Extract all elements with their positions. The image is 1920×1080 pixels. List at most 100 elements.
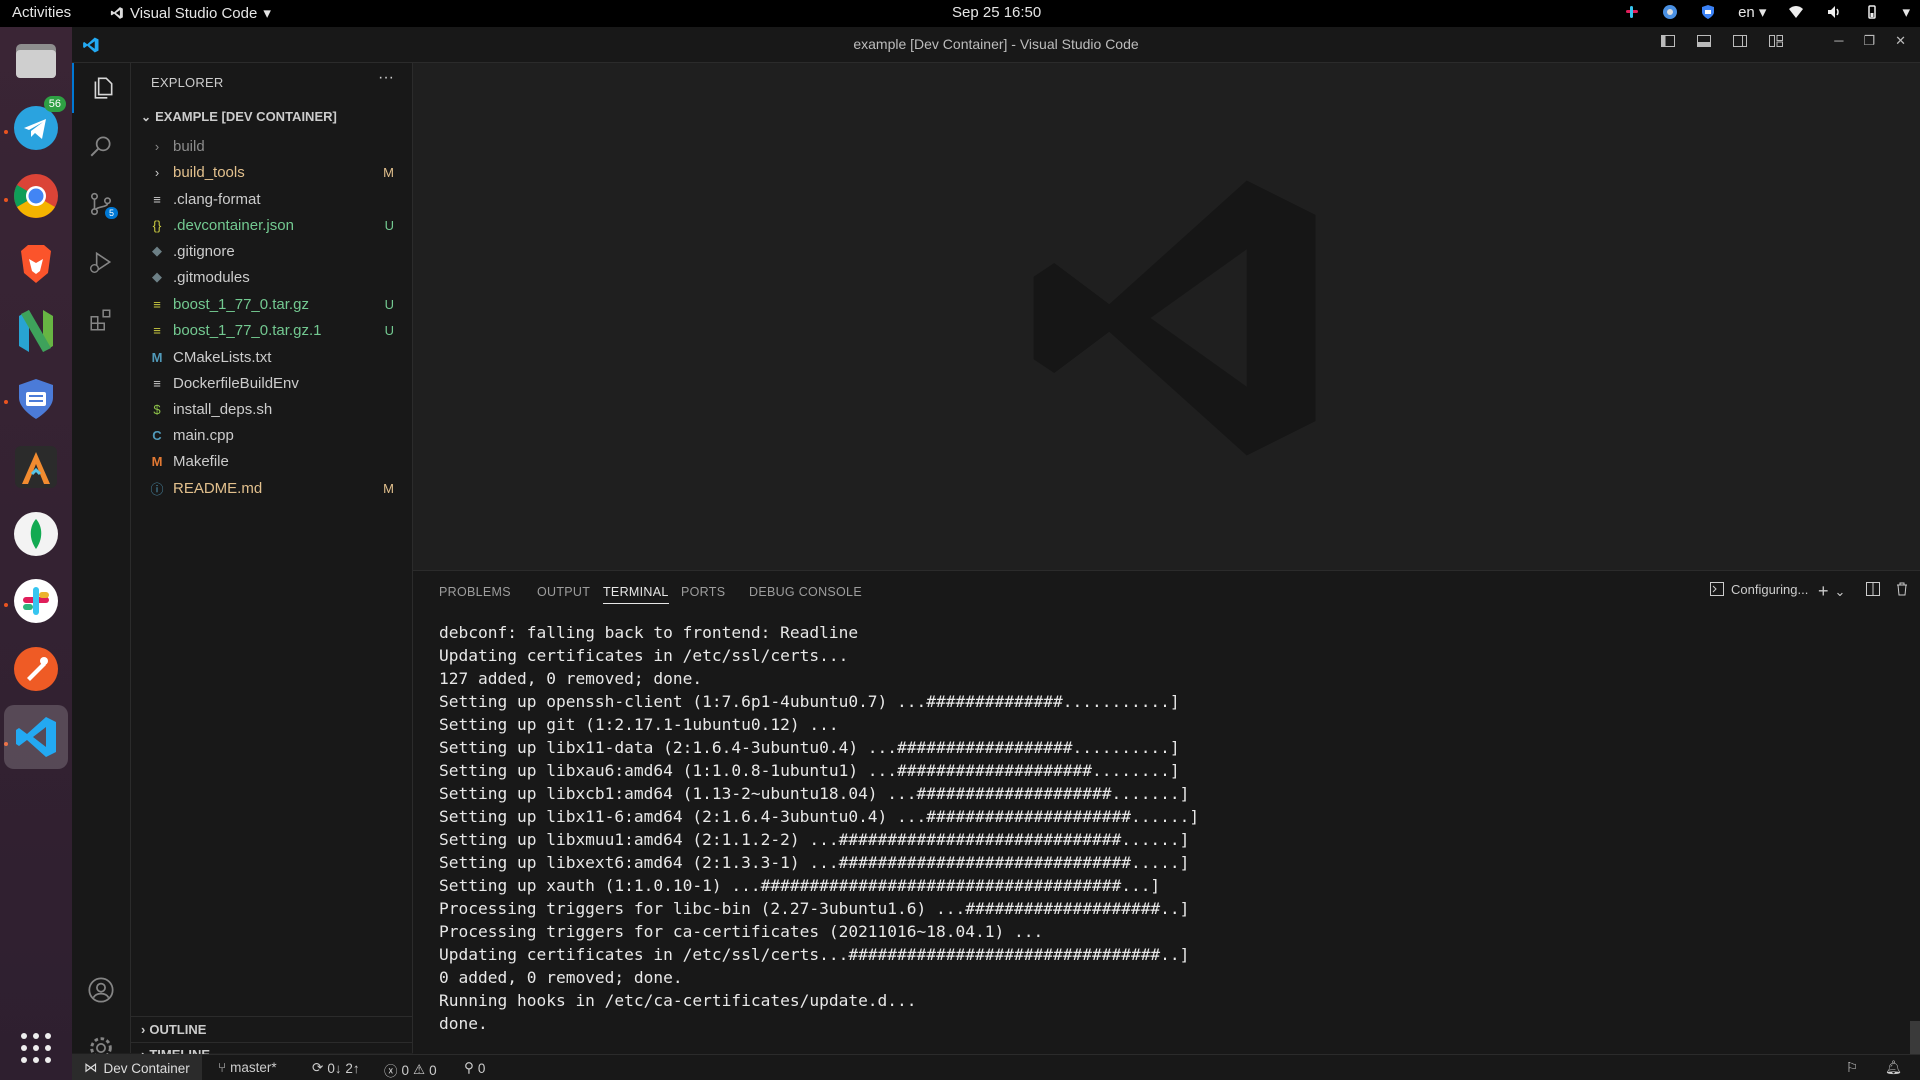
tree-item-file[interactable]: $ install_deps.sh — [131, 396, 412, 422]
chevron-down-icon: ⌄ — [1834, 583, 1846, 599]
search-activity-icon[interactable] — [72, 121, 130, 171]
json-file-icon: {} — [152, 217, 162, 233]
tree-item-label: main.cpp — [173, 426, 234, 444]
chrome-app-icon[interactable] — [10, 170, 62, 222]
explorer-activity-icon[interactable] — [72, 63, 132, 113]
telegram-unread-badge: 56 — [43, 96, 66, 112]
terminal-line: Updating certificates in /etc/ssl/certs.… — [439, 945, 1190, 964]
restore-icon[interactable]: ❐ — [1863, 33, 1875, 52]
tree-item-file[interactable]: C main.cpp — [131, 422, 412, 448]
tree-item-file[interactable]: {} .devcontainer.json U — [131, 212, 412, 238]
notifications-bell-icon[interactable]: 🔔︎ — [1885, 1060, 1902, 1076]
tab-output[interactable]: OUTPUT — [537, 585, 590, 599]
tree-item-file[interactable]: ◆ .gitmodules — [131, 264, 412, 290]
tree-item-file[interactable]: ≡ DockerfileBuildEnv — [131, 370, 412, 396]
tree-item-label: .clang-format — [173, 190, 261, 208]
clock[interactable]: Sep 25 16:50 — [952, 4, 1041, 21]
tab-debug-console[interactable]: DEBUG CONSOLE — [749, 585, 862, 599]
remote-indicator[interactable]: ⋈ Dev Container — [72, 1055, 202, 1080]
terminal-line: Setting up openssh-client (1:7.6p1-4ubun… — [439, 692, 1180, 711]
show-apps-icon[interactable] — [10, 1022, 62, 1074]
warning-count: 0 — [429, 1062, 437, 1078]
tree-item-label: README.md — [173, 479, 263, 497]
tab-ports[interactable]: PORTS — [681, 585, 725, 599]
shell-file-icon: $ — [153, 401, 161, 417]
kill-terminal-trash-icon[interactable] — [1894, 581, 1910, 597]
battery-icon[interactable] — [1864, 4, 1880, 20]
sync-label: 0↓ 2↑ — [327, 1060, 360, 1076]
terminal-selector[interactable]: Configuring... — [1709, 581, 1808, 597]
telegram-app-icon[interactable]: 56 — [10, 96, 66, 154]
neovim-app-icon[interactable] — [10, 305, 62, 357]
split-terminal-icon[interactable] — [1865, 581, 1881, 597]
activities-button[interactable]: Activities — [12, 4, 71, 21]
info-file-icon: ⓘ — [150, 481, 164, 497]
chevron-right-icon: › — [141, 1022, 146, 1037]
volume-icon[interactable] — [1826, 4, 1842, 20]
tree-item-label: .devcontainer.json — [173, 216, 294, 234]
running-indicator — [4, 198, 8, 202]
terminal-line: Setting up libxext6:amd64 (2:1.3.3-1) ..… — [439, 853, 1190, 872]
tree-item-file[interactable]: M CMakeLists.txt — [131, 344, 412, 370]
extensions-activity-icon[interactable] — [72, 295, 130, 345]
tree-item-file[interactable]: ≡ boost_1_77_0.tar.gz.1 U — [131, 317, 412, 343]
minimize-icon[interactable]: ─ — [1834, 33, 1843, 52]
vscode-window: example [Dev Container] - Visual Studio … — [72, 27, 1920, 1080]
feedback-icon[interactable]: ⚐ — [1846, 1060, 1858, 1076]
tree-item-file[interactable]: ⓘ README.md M — [131, 475, 412, 501]
outline-section-header[interactable]: › OUTLINE — [141, 1022, 206, 1037]
tree-item-label: boost_1_77_0.tar.gz — [173, 295, 309, 313]
git-status-badge: M — [383, 164, 394, 180]
tree-item-file[interactable]: ◆ .gitignore — [131, 238, 412, 264]
shield-tray-icon[interactable] — [1700, 4, 1716, 20]
brave-app-icon[interactable] — [10, 238, 62, 290]
tree-item-folder[interactable]: › build_tools M — [131, 159, 412, 185]
tree-item-folder[interactable]: › build — [131, 133, 412, 159]
globe-tray-icon[interactable] — [1662, 4, 1678, 20]
vscode-app-icon[interactable] — [4, 705, 68, 769]
app-menu[interactable]: Visual Studio Code ▾ — [110, 4, 271, 22]
branch-label: master* — [230, 1060, 277, 1075]
chevron-right-icon: › — [154, 164, 160, 180]
workspace-folder-header[interactable]: ⌄ EXAMPLE [DEV CONTAINER] — [141, 109, 337, 124]
slack-app-icon[interactable] — [10, 575, 62, 627]
new-terminal-button[interactable]: + ⌄ — [1818, 581, 1845, 602]
alacritty-app-icon[interactable] — [10, 441, 62, 493]
terminal-line: done. — [439, 1014, 488, 1033]
accounts-activity-icon[interactable] — [72, 965, 130, 1015]
more-actions-icon[interactable]: ··· — [378, 69, 394, 87]
system-menu-caret-icon[interactable]: ▾ — [1902, 3, 1910, 21]
run-debug-activity-icon[interactable] — [72, 237, 130, 287]
toggle-panel-icon[interactable] — [1696, 33, 1712, 52]
source-control-activity-icon[interactable]: 5 — [72, 179, 130, 229]
app-menu-label: Visual Studio Code — [130, 4, 258, 22]
mongodb-compass-app-icon[interactable] — [10, 508, 62, 560]
problems-indicator[interactable]: ⓧ 0 ⚠ 0 — [384, 1060, 437, 1080]
customize-layout-icon[interactable] — [1768, 33, 1784, 52]
vpn-shield-app-icon[interactable] — [10, 373, 62, 425]
postman-app-icon[interactable] — [10, 643, 62, 695]
tab-terminal[interactable]: TERMINAL — [603, 585, 669, 604]
divider — [131, 1042, 412, 1043]
tab-problems[interactable]: PROBLEMS — [439, 585, 511, 599]
ports-indicator[interactable]: ⚲ 0 — [464, 1060, 485, 1076]
language-indicator[interactable]: en ▾ — [1738, 3, 1766, 21]
editor-area[interactable] — [413, 63, 1920, 569]
sync-indicator[interactable]: ⟳ 0↓ 2↑ — [312, 1060, 360, 1076]
archive-file-icon: ≡ — [153, 296, 161, 312]
tree-item-file[interactable]: ≡ boost_1_77_0.tar.gz U — [131, 291, 412, 317]
terminal-output[interactable]: debconf: falling back to frontend: Readl… — [439, 621, 1199, 1080]
close-window-icon[interactable]: ✕ — [1895, 33, 1906, 52]
files-app-icon[interactable] — [10, 35, 62, 87]
toggle-secondary-sidebar-icon[interactable] — [1732, 33, 1748, 52]
cpp-file-icon: C — [152, 427, 162, 443]
tree-item-file[interactable]: M Makefile — [131, 448, 412, 474]
branch-indicator[interactable]: ⑂ master* — [218, 1060, 277, 1075]
tree-item-label: Makefile — [173, 452, 229, 470]
window-controls: ─ ❐ ✕ — [1660, 33, 1906, 52]
toggle-primary-sidebar-icon[interactable] — [1660, 33, 1676, 52]
tree-item-file[interactable]: ≡ .clang-format — [131, 186, 412, 212]
wifi-icon[interactable] — [1788, 4, 1804, 20]
slack-tray-icon[interactable] — [1624, 4, 1640, 20]
cmake-file-icon: M — [151, 349, 163, 365]
